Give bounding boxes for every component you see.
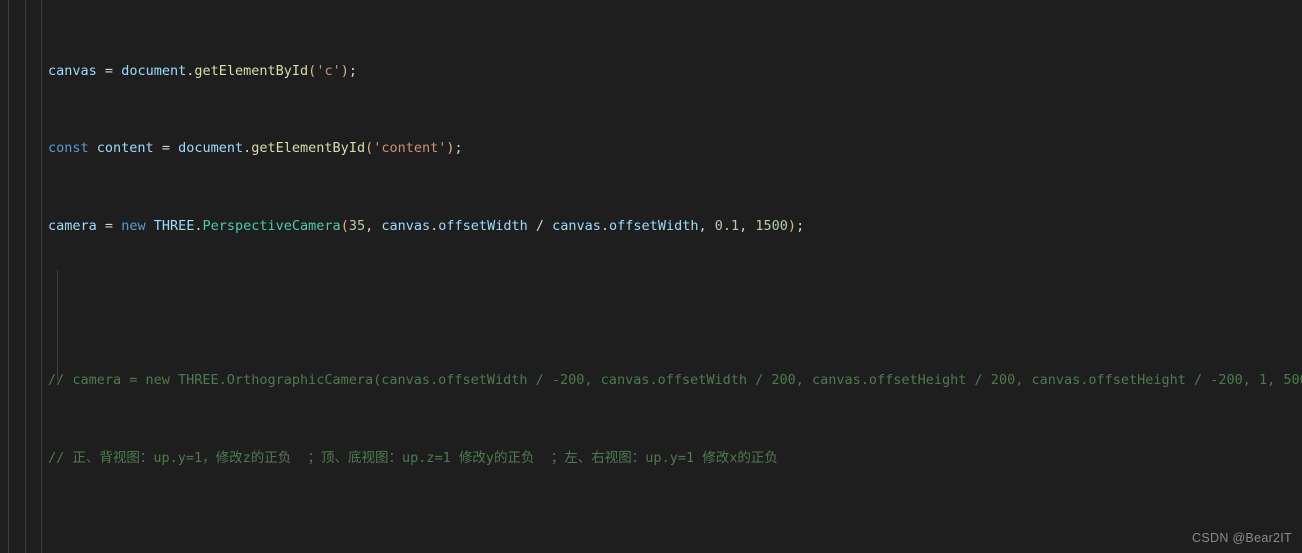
code-line[interactable]: canvas = document.getElementById('c'); — [0, 62, 1302, 81]
comment-text: // camera = new THREE.OrthographicCamera… — [48, 372, 1302, 389]
code-line[interactable]: // 正、背视图：up.y=1，修改z的正负 ；顶、底视图：up.z=1 修改y… — [0, 449, 1302, 468]
code-line[interactable]: camera = new THREE.PerspectiveCamera(35,… — [0, 217, 1302, 236]
code-editor[interactable]: canvas = document.getElementById('c'); c… — [0, 0, 1302, 553]
comment-text: // 正、背视图：up.y=1，修改z的正负 ；顶、底视图：up.z=1 修改y… — [48, 449, 778, 466]
code-line[interactable]: // camera = new THREE.OrthographicCamera… — [0, 371, 1302, 390]
code-line-blank[interactable] — [0, 294, 1302, 313]
code-line[interactable]: const content = document.getElementById(… — [0, 139, 1302, 158]
code-line-blank[interactable] — [0, 526, 1302, 545]
watermark: CSDN @Bear2IT — [1192, 530, 1292, 545]
code-content[interactable]: canvas = document.getElementById('c'); c… — [0, 4, 1302, 553]
